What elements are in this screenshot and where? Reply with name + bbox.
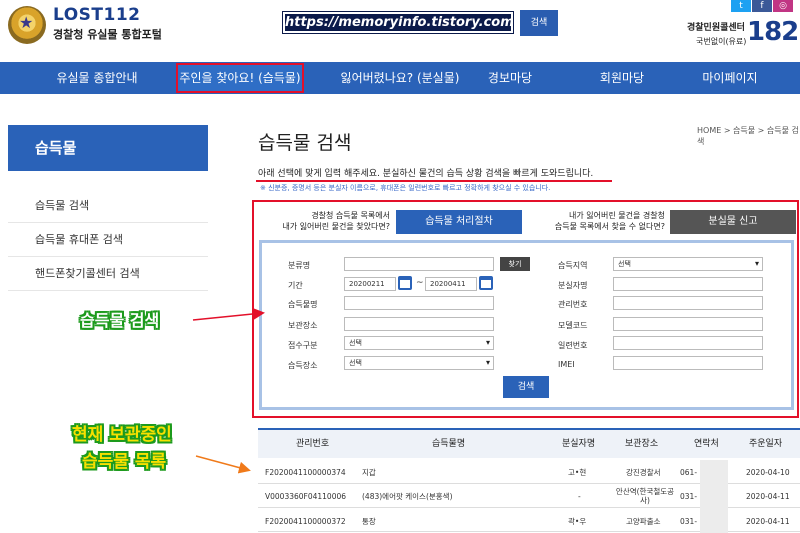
nav-item-member[interactable]: 회원마당	[587, 62, 657, 94]
found-place-select[interactable]: 선택	[344, 356, 494, 370]
page-note: ※ 신분증, 증명서 등은 분실자 이름으로, 휴대폰은 일련번호로 빠르고 정…	[260, 184, 551, 192]
search-submit-button[interactable]: 검색	[503, 376, 549, 398]
cell-phone: 061-	[680, 468, 698, 477]
period-label: 기간	[288, 281, 303, 290]
report-help-text: 내가 잃어버린 물건을 경찰청 습득물 목록에서 찾을 수 없다면?	[545, 210, 665, 232]
annotation-search-label: 습득물 검색	[80, 311, 160, 330]
report-lost-button[interactable]: 분실물 신고	[670, 210, 796, 234]
report-help-line-2: 습득물 목록에서 찾을 수 없다면?	[554, 222, 665, 231]
sidebar-item-phone-search[interactable]: 습득물 휴대폰 검색	[8, 223, 208, 257]
report-help-line-1: 내가 잃어버린 물건을 경찰청	[569, 211, 665, 220]
lost-person-label: 분실자명	[558, 281, 588, 290]
instagram-icon[interactable]: ◎	[773, 0, 793, 12]
sidebar-title: 습득물	[8, 125, 208, 171]
cell-phone: 031-	[680, 517, 698, 526]
mgmt-no-input[interactable]	[613, 296, 763, 310]
imei-label: IMEI	[558, 360, 575, 369]
category-input[interactable]	[344, 257, 494, 271]
th-mgmt-no: 관리번호	[296, 439, 330, 449]
callcenter-number: 182	[747, 17, 799, 47]
arrow-to-item-list	[195, 455, 251, 474]
blog-watermark: https://memoryinfo.tistory.com	[282, 11, 514, 34]
date-to-input[interactable]: 20200411	[425, 277, 477, 291]
item-name-input[interactable]	[344, 296, 494, 310]
cell-item-name[interactable]: 지갑	[362, 468, 376, 477]
cell-lost-person: -	[578, 492, 581, 501]
cell-date: 2020-04-10	[746, 468, 790, 477]
find-category-button[interactable]: 찾기	[500, 257, 530, 271]
cell-mgmt-no[interactable]: F2020041100000374	[265, 468, 346, 477]
cell-storage: 강진경찰서	[626, 468, 661, 477]
storage-input[interactable]	[344, 317, 494, 331]
cell-phone: 031-	[680, 492, 698, 501]
logo-title[interactable]: LOST112	[53, 5, 141, 25]
description-underline	[256, 180, 612, 182]
facebook-icon[interactable]: f	[752, 0, 772, 12]
model-code-input[interactable]	[613, 317, 763, 331]
found-help-text: 경찰청 습득물 목록에서 내가 잃어버린 물건을 찾았다면?	[268, 210, 390, 232]
table-header-row: 관리번호 습득물명 분실자명 보관장소 연락처 주운일자	[258, 428, 800, 458]
th-storage: 보관장소	[625, 439, 659, 449]
cell-item-name[interactable]: (483)에어팟 케이스(분홍색)	[362, 492, 453, 501]
page-description: 아래 선택에 맞게 입력 해주세요. 분실하신 물건의 습득 상황 검색을 빠르…	[258, 169, 594, 179]
cell-storage: 안산역(한국철도공사)	[615, 487, 675, 505]
logo-subtitle[interactable]: 경찰청 유실물 통합포털	[53, 26, 162, 42]
annotation-list-label-2: 습득물 목록	[82, 452, 167, 472]
region-label: 습득지역	[558, 261, 588, 270]
serial-input[interactable]	[613, 336, 763, 350]
item-name-label: 습득물명	[288, 300, 318, 309]
storage-label: 보관장소	[288, 321, 318, 330]
serial-label: 일련번호	[558, 341, 588, 350]
twitter-icon[interactable]: t	[731, 0, 751, 12]
annotation-list-label-1: 현재 보관중인	[72, 425, 172, 445]
breadcrumb: HOME > 습득물 > 습득물 검색	[697, 126, 799, 146]
found-place-label: 습득장소	[288, 361, 318, 370]
nav-item-mypage[interactable]: 마이페이지	[690, 62, 770, 94]
cell-mgmt-no[interactable]: F2020041100000372	[265, 517, 346, 526]
found-help-line-1: 경찰청 습득물 목록에서	[311, 211, 390, 220]
cell-lost-person: 고•현	[568, 468, 587, 477]
sidebar-item-callcenter-search[interactable]: 핸드폰찾기콜센터 검색	[8, 257, 208, 291]
callcenter-label: 경찰민원콜센터	[687, 23, 745, 33]
category-label: 분류명	[288, 261, 311, 270]
cell-storage: 고양파출소	[626, 517, 661, 526]
lost-person-input[interactable]	[613, 277, 763, 291]
region-select[interactable]: 선택	[613, 257, 763, 271]
cell-date: 2020-04-11	[746, 517, 790, 526]
date-from-input[interactable]: 20200211	[344, 277, 396, 291]
imei-input[interactable]	[613, 356, 763, 370]
cell-mgmt-no[interactable]: V0003360F04110006	[265, 492, 346, 501]
page-title: 습득물 검색	[258, 132, 352, 154]
th-date: 주운일자	[749, 439, 783, 449]
cell-item-name[interactable]: 통장	[362, 517, 376, 526]
nav-item-guide[interactable]: 유실물 종합안내	[22, 62, 172, 94]
model-code-label: 모델코드	[558, 321, 588, 330]
th-item-name: 습득물명	[432, 439, 466, 449]
nav-item-alert[interactable]: 경보마당	[475, 62, 545, 94]
found-help-line-2: 내가 잃어버린 물건을 찾았다면?	[282, 222, 390, 231]
cell-date: 2020-04-11	[746, 492, 790, 501]
sidebar-item-found-search[interactable]: 습득물 검색	[8, 189, 208, 223]
calendar-to-icon[interactable]	[479, 276, 493, 290]
date-range-tilde: ~	[416, 278, 424, 288]
receipt-type-select[interactable]: 선택	[344, 336, 494, 350]
th-lost-person: 분실자명	[562, 439, 596, 449]
phone-redaction-blur	[700, 460, 728, 533]
calendar-from-icon[interactable]	[398, 276, 412, 290]
nav-item-found[interactable]: 주인을 찾아요! (습득물)	[176, 63, 304, 93]
mgmt-no-label: 관리번호	[558, 300, 588, 309]
main-nav: 유실물 종합안내 주인을 찾아요! (습득물) 잃어버렸나요? (분실물) 경보…	[0, 62, 800, 94]
police-emblem-icon[interactable]	[8, 6, 46, 44]
th-phone: 연락처	[694, 439, 719, 449]
cell-lost-person: 곽•우	[568, 517, 587, 526]
receipt-type-label: 접수구분	[288, 341, 318, 350]
site-header: LOST112 경찰청 유실물 통합포털 https://memoryinfo.…	[0, 0, 800, 62]
nav-item-lost[interactable]: 잃어버렸나요? (분실물)	[330, 62, 470, 94]
header-search-button[interactable]: 검색	[520, 10, 558, 36]
procedure-button[interactable]: 습득물 처리절차	[396, 210, 522, 234]
callcenter-sub: 국번없이(유료)	[696, 37, 747, 46]
